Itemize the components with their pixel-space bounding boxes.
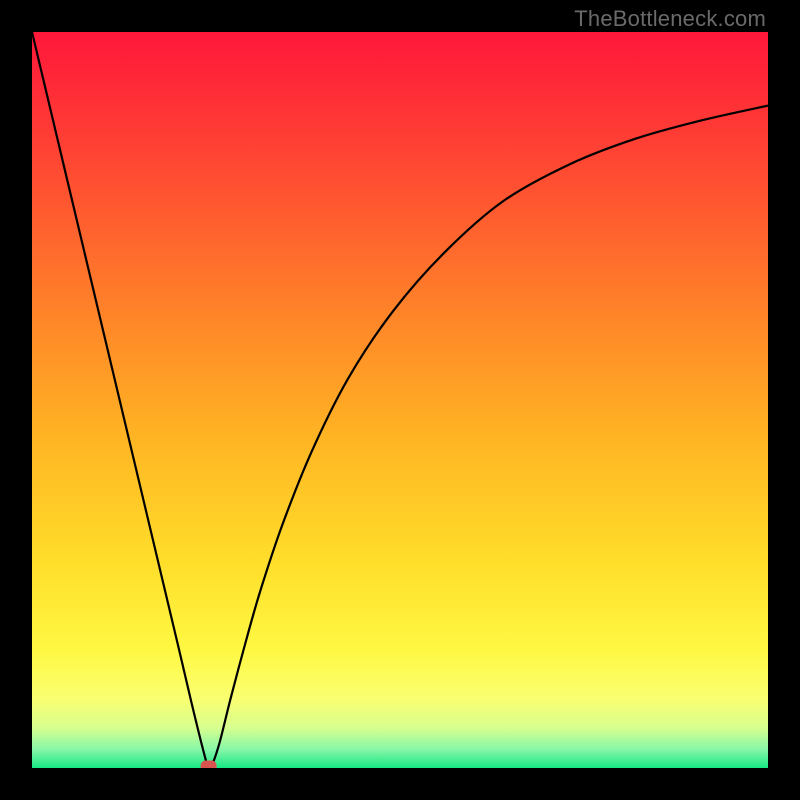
plot-area	[32, 32, 768, 768]
gradient-background	[32, 32, 768, 768]
chart-frame: TheBottleneck.com	[0, 0, 800, 800]
optimal-point-marker	[201, 761, 217, 769]
watermark-label: TheBottleneck.com	[574, 6, 766, 32]
chart-svg	[32, 32, 768, 768]
